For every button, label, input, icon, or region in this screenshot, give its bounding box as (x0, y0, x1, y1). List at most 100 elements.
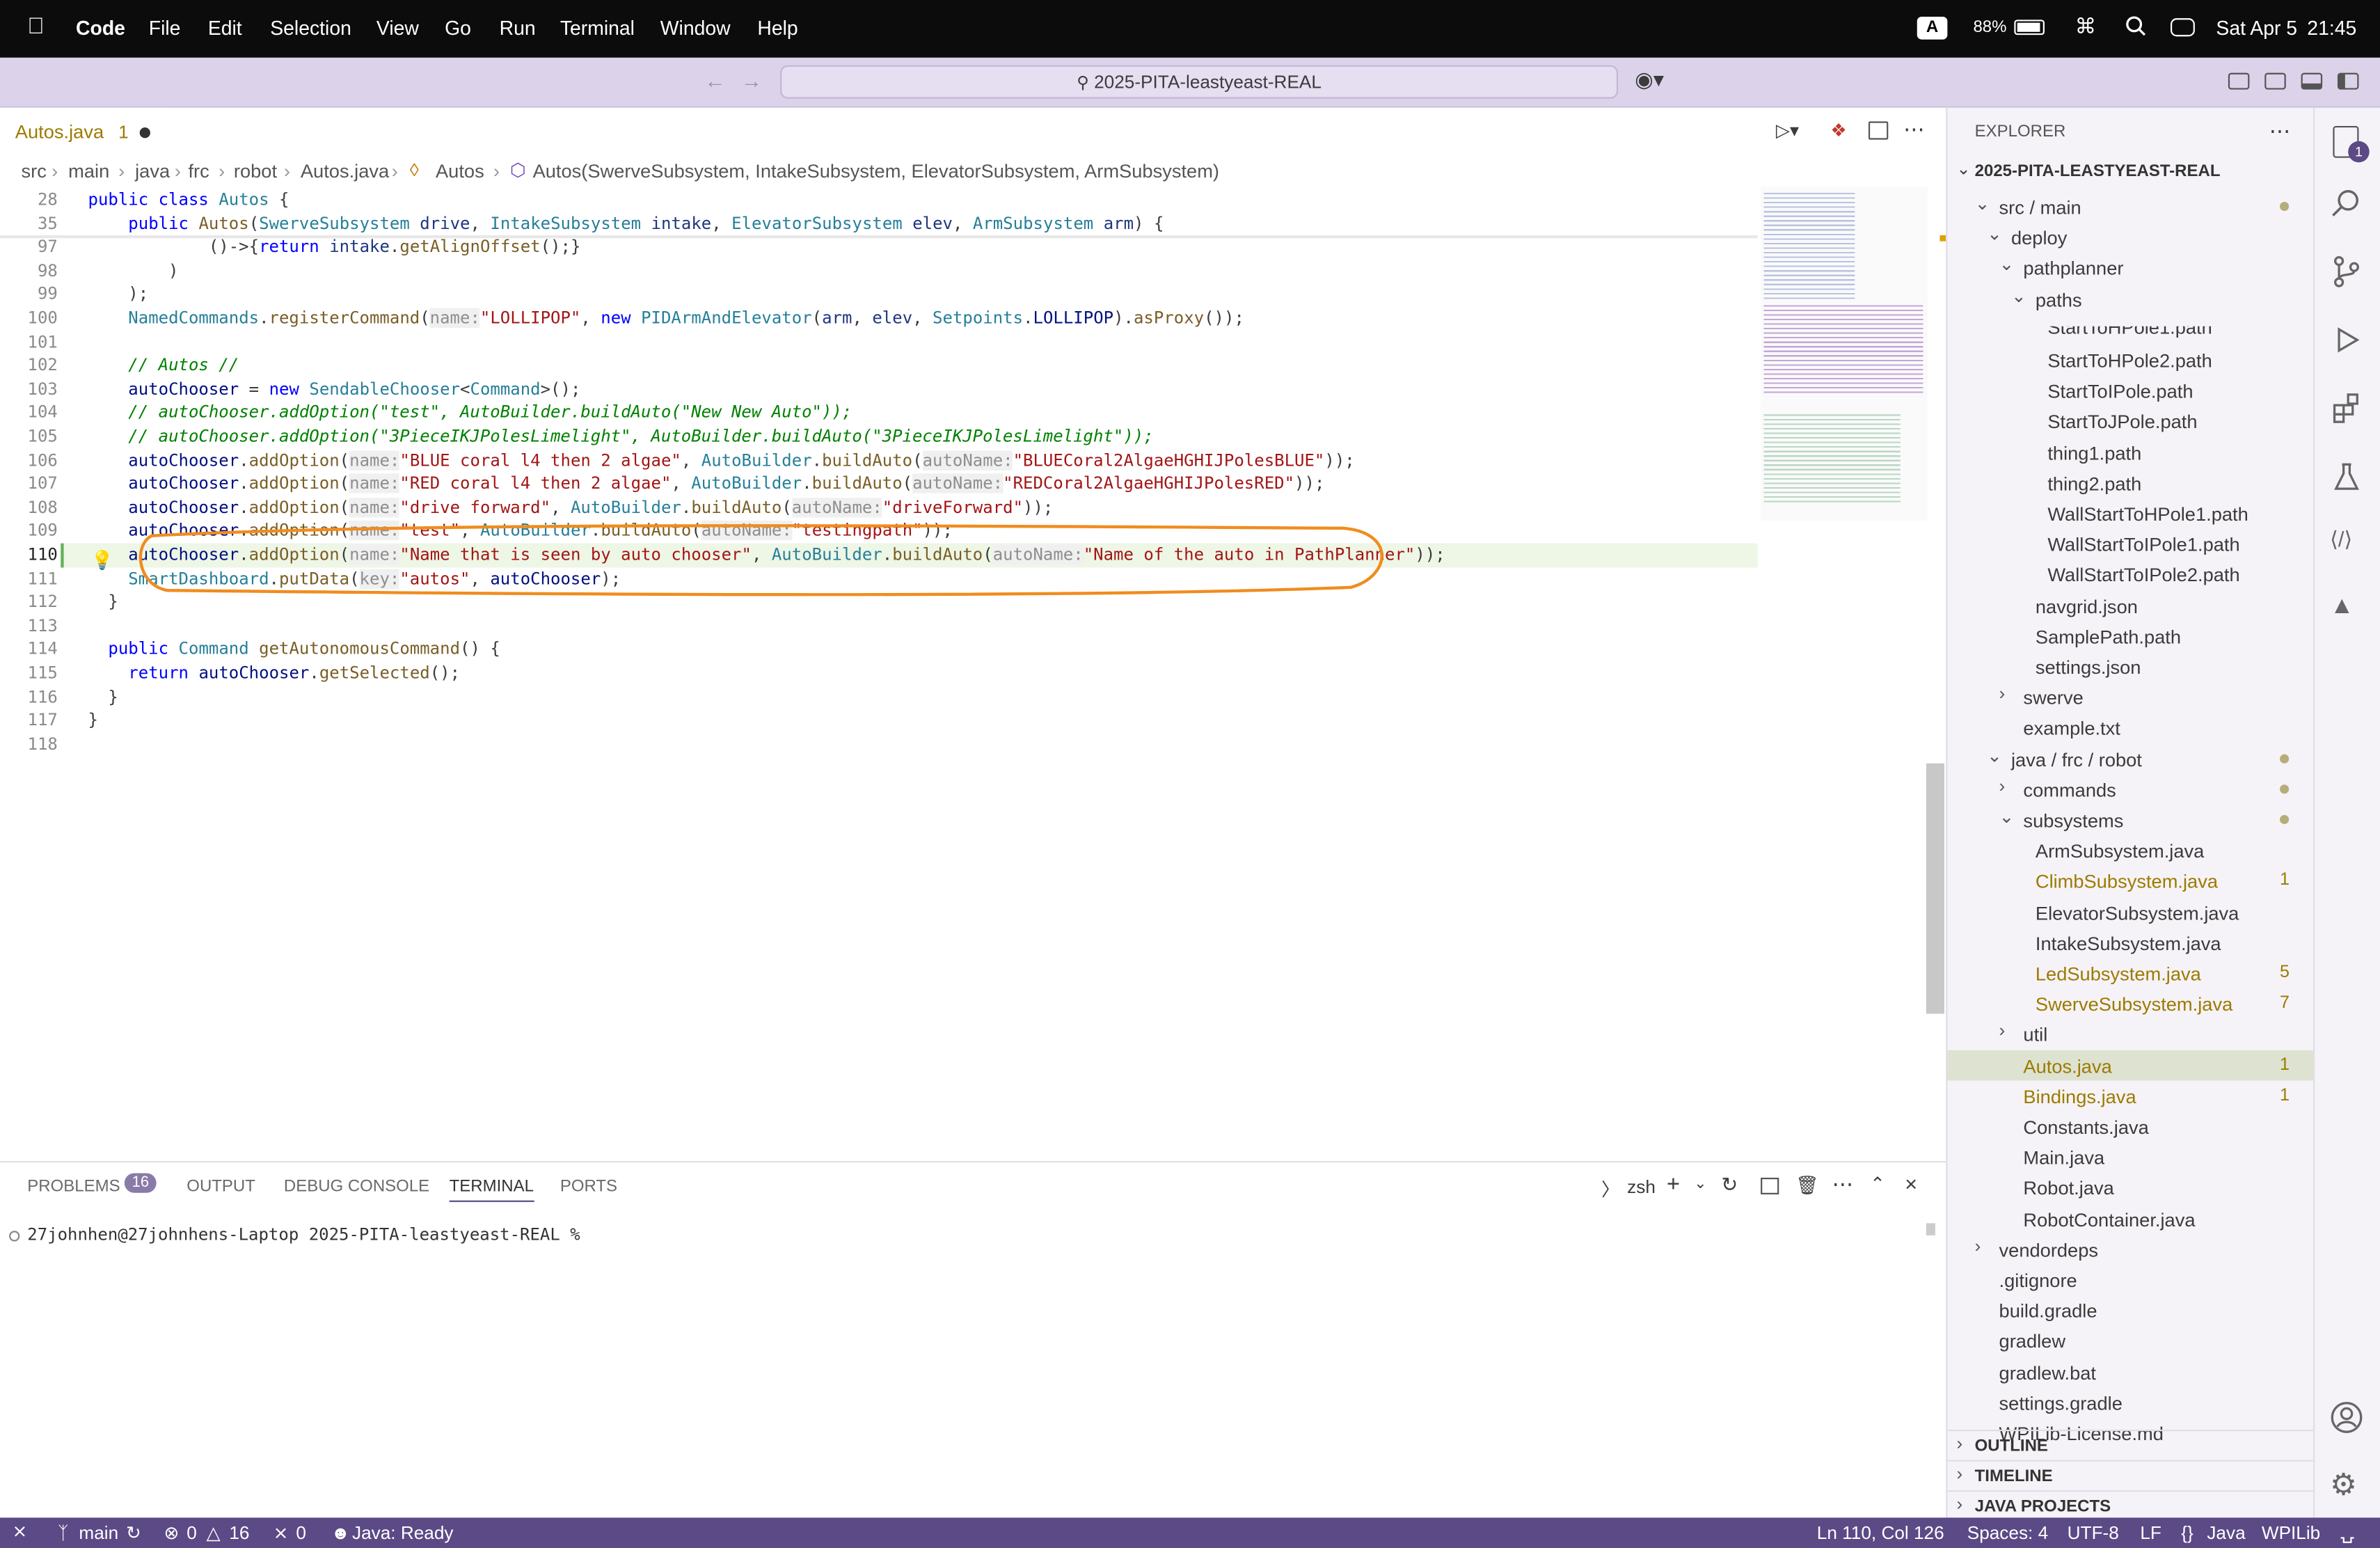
tree-item[interactable]: ⌄ subsystems (1947, 805, 2313, 835)
apple-icon[interactable]:  (27, 14, 45, 40)
tree-item[interactable]: ⌄ src / main (1947, 191, 2313, 222)
breadcrumb-file[interactable]: Autos.java (301, 161, 389, 182)
control-center-icon[interactable] (2171, 18, 2195, 37)
code-line[interactable]: autoChooser.addOption(name:"drive forwar… (88, 497, 1053, 518)
terminal-prompt[interactable]: 27johnhen@27johnhens-Laptop 2025-PITA-le… (27, 1225, 580, 1245)
input-source-indicator[interactable]: A (1917, 16, 1948, 40)
menu-selection[interactable]: Selection (270, 17, 351, 40)
customize-layout-icon[interactable] (2337, 72, 2359, 90)
code-line[interactable]: // autoChooser.addOption("3PieceIKJPoles… (88, 427, 1153, 446)
code-line[interactable]: // Autos // (88, 356, 239, 375)
tree-item[interactable]: ⌄ pathplanner (1947, 253, 2313, 283)
restart-icon[interactable]: ↻ (1721, 1173, 1738, 1197)
breadcrumb-src[interactable]: src (22, 161, 47, 182)
chevron-down-icon[interactable]: ⌄ (1975, 193, 1990, 214)
chevron-down-icon[interactable]: ⌄ (1956, 159, 1970, 179)
tree-item[interactable]: Main.java (1947, 1142, 2313, 1172)
forward-arrow-icon[interactable]: → (740, 68, 762, 93)
trash-icon[interactable]: 🗑 (1795, 1175, 1818, 1196)
tree-item[interactable]: ⌄ paths (1947, 283, 2313, 314)
toggle-panel-icon[interactable] (2301, 72, 2323, 90)
back-arrow-icon[interactable]: ← (704, 68, 726, 93)
code-line[interactable]: // autoChooser.addOption("test", AutoBui… (88, 403, 852, 422)
tab-problems[interactable]: PROBLEMS (27, 1178, 120, 1196)
new-terminal-icon[interactable]: + (1667, 1171, 1680, 1197)
code-line[interactable]: autoChooser.addOption(name:"BLUE coral l… (88, 450, 1355, 471)
code-line[interactable]: public Autos(SwerveSubsystem drive, Inta… (88, 214, 1164, 233)
code-line[interactable]: } (88, 711, 98, 730)
menu-window[interactable]: Window (660, 17, 731, 40)
end-of-line[interactable]: LF (2140, 1522, 2161, 1544)
java-status[interactable]: Java: Ready (352, 1522, 453, 1544)
menu-view[interactable]: View (376, 17, 419, 40)
lightbulb-icon[interactable]: 💡 (91, 549, 114, 571)
encoding[interactable]: UTF-8 (2068, 1522, 2119, 1544)
tree-item[interactable]: › commands (1947, 774, 2313, 805)
menu-edit[interactable]: Edit (208, 17, 242, 40)
breadcrumb-class[interactable]: Autos (436, 161, 484, 182)
tree-item[interactable]: IntakeSubsystem.java (1947, 927, 2313, 958)
menu-go[interactable]: Go (445, 17, 471, 40)
menu-terminal[interactable]: Terminal (560, 17, 635, 40)
notifications-bell-icon[interactable]: ⍽ (2340, 1522, 2354, 1544)
copilot-icon[interactable]: ◉▾ (1635, 67, 1664, 93)
split-terminal-icon[interactable] (1761, 1177, 1779, 1194)
menu-run[interactable]: Run (500, 17, 536, 40)
ports-count[interactable]: 0 (296, 1522, 306, 1544)
command-center-search[interactable]: ⚲ 2025-PITA-leastyeast-REAL (780, 65, 1619, 99)
chevron-down-icon[interactable]: ⌄ (1999, 806, 2015, 828)
sidebar-section-header[interactable]: › TIMELINE (1947, 1460, 2314, 1491)
accounts-icon[interactable] (2330, 1400, 2363, 1442)
tree-item[interactable]: thing1.path (1947, 436, 2313, 467)
toggle-primary-sidebar-icon[interactable] (2228, 72, 2250, 90)
chevron-down-icon[interactable]: ⌄ (1987, 223, 2002, 245)
wifi-icon[interactable]: ⌘ (2075, 14, 2097, 40)
tree-item[interactable]: RobotContainer.java (1947, 1203, 2313, 1233)
tree-item[interactable]: WallStartToIPole1.path (1947, 528, 2313, 559)
tree-item[interactable]: WallStartToIPole2.path (1947, 559, 2313, 590)
shell-name[interactable]: zsh (1627, 1176, 1656, 1198)
vertical-scrollbar[interactable] (1926, 763, 1945, 1014)
compare-icon[interactable]: ❖ (1830, 120, 1846, 141)
tree-item[interactable]: WallStartToHPole1.path (1947, 498, 2313, 528)
code-line[interactable]: public Command getAutonomousCommand() { (88, 640, 500, 659)
spotlight-search-icon[interactable] (2125, 15, 2147, 41)
tree-item[interactable]: gradlew.bat (1947, 1356, 2313, 1387)
terminal-scrollbar[interactable] (1926, 1223, 1935, 1235)
language-mode[interactable]: Java (2207, 1522, 2245, 1544)
tree-item[interactable]: ElevatorSubsystem.java (1947, 897, 2313, 927)
git-branch[interactable]: main (79, 1522, 118, 1544)
run-icon[interactable]: ▷▾ (1776, 120, 1799, 141)
breadcrumb-method[interactable]: Autos(SwerveSubsystem, IntakeSubsystem, … (533, 161, 1219, 182)
tree-item[interactable]: settings.gradle (1947, 1387, 2313, 1417)
error-count[interactable]: 0 (187, 1522, 197, 1544)
warning-count[interactable]: 16 (229, 1522, 249, 1544)
tab-terminal[interactable]: TERMINAL (449, 1178, 534, 1202)
code-line[interactable]: autoChooser = new SendableChooser<Comman… (88, 379, 581, 399)
tree-item[interactable]: ArmSubsystem.java (1947, 835, 2313, 866)
chevron-down-icon[interactable]: ⌄ (1987, 745, 2002, 766)
code-line[interactable]: ()->{return intake.getAlignOffset();} (88, 237, 581, 257)
sidebar-section-header[interactable]: › OUTLINE (1947, 1429, 2314, 1460)
tree-item[interactable]: StartToHPole1.path (1947, 326, 2313, 341)
code-line[interactable]: ); (88, 285, 148, 304)
code-editor[interactable]: 28 public class Autos {35 public Autos(Sw… (0, 187, 1946, 1161)
tree-item[interactable]: thing2.path (1947, 467, 2313, 498)
code-line[interactable]: return autoChooser.getSelected(); (88, 663, 461, 683)
tree-item[interactable]: Autos.java 1 (1947, 1049, 2314, 1080)
chevron-down-icon[interactable]: ⌄ (1999, 254, 2015, 276)
split-editor-icon[interactable] (1868, 121, 1889, 140)
more-actions-icon[interactable]: ⋯ (1903, 117, 1925, 143)
remote-explorer-icon[interactable]: ⟨/⟩ (2330, 527, 2352, 553)
tree-item[interactable]: gradlew (1947, 1325, 2313, 1356)
sidebar-section-header[interactable]: › JAVA PROJECTS (1947, 1490, 2314, 1521)
tree-item[interactable]: build.gradle (1947, 1295, 2313, 1325)
testing-flask-icon[interactable] (2330, 460, 2363, 501)
tree-item[interactable]: › vendordeps (1947, 1233, 2313, 1264)
cursor-position[interactable]: Ln 110, Col 126 (1817, 1522, 1944, 1544)
indentation[interactable]: Spaces: 4 (1967, 1522, 2048, 1544)
code-line[interactable]: NamedCommands.registerCommand(name:"LOLL… (88, 308, 1244, 328)
tab-debug-console[interactable]: DEBUG CONSOLE (284, 1178, 429, 1196)
tree-item[interactable]: StartToIPole.path (1947, 375, 2313, 406)
workspace-root[interactable]: 2025-PITA-LEASTYEAST-REAL (1975, 162, 2221, 180)
